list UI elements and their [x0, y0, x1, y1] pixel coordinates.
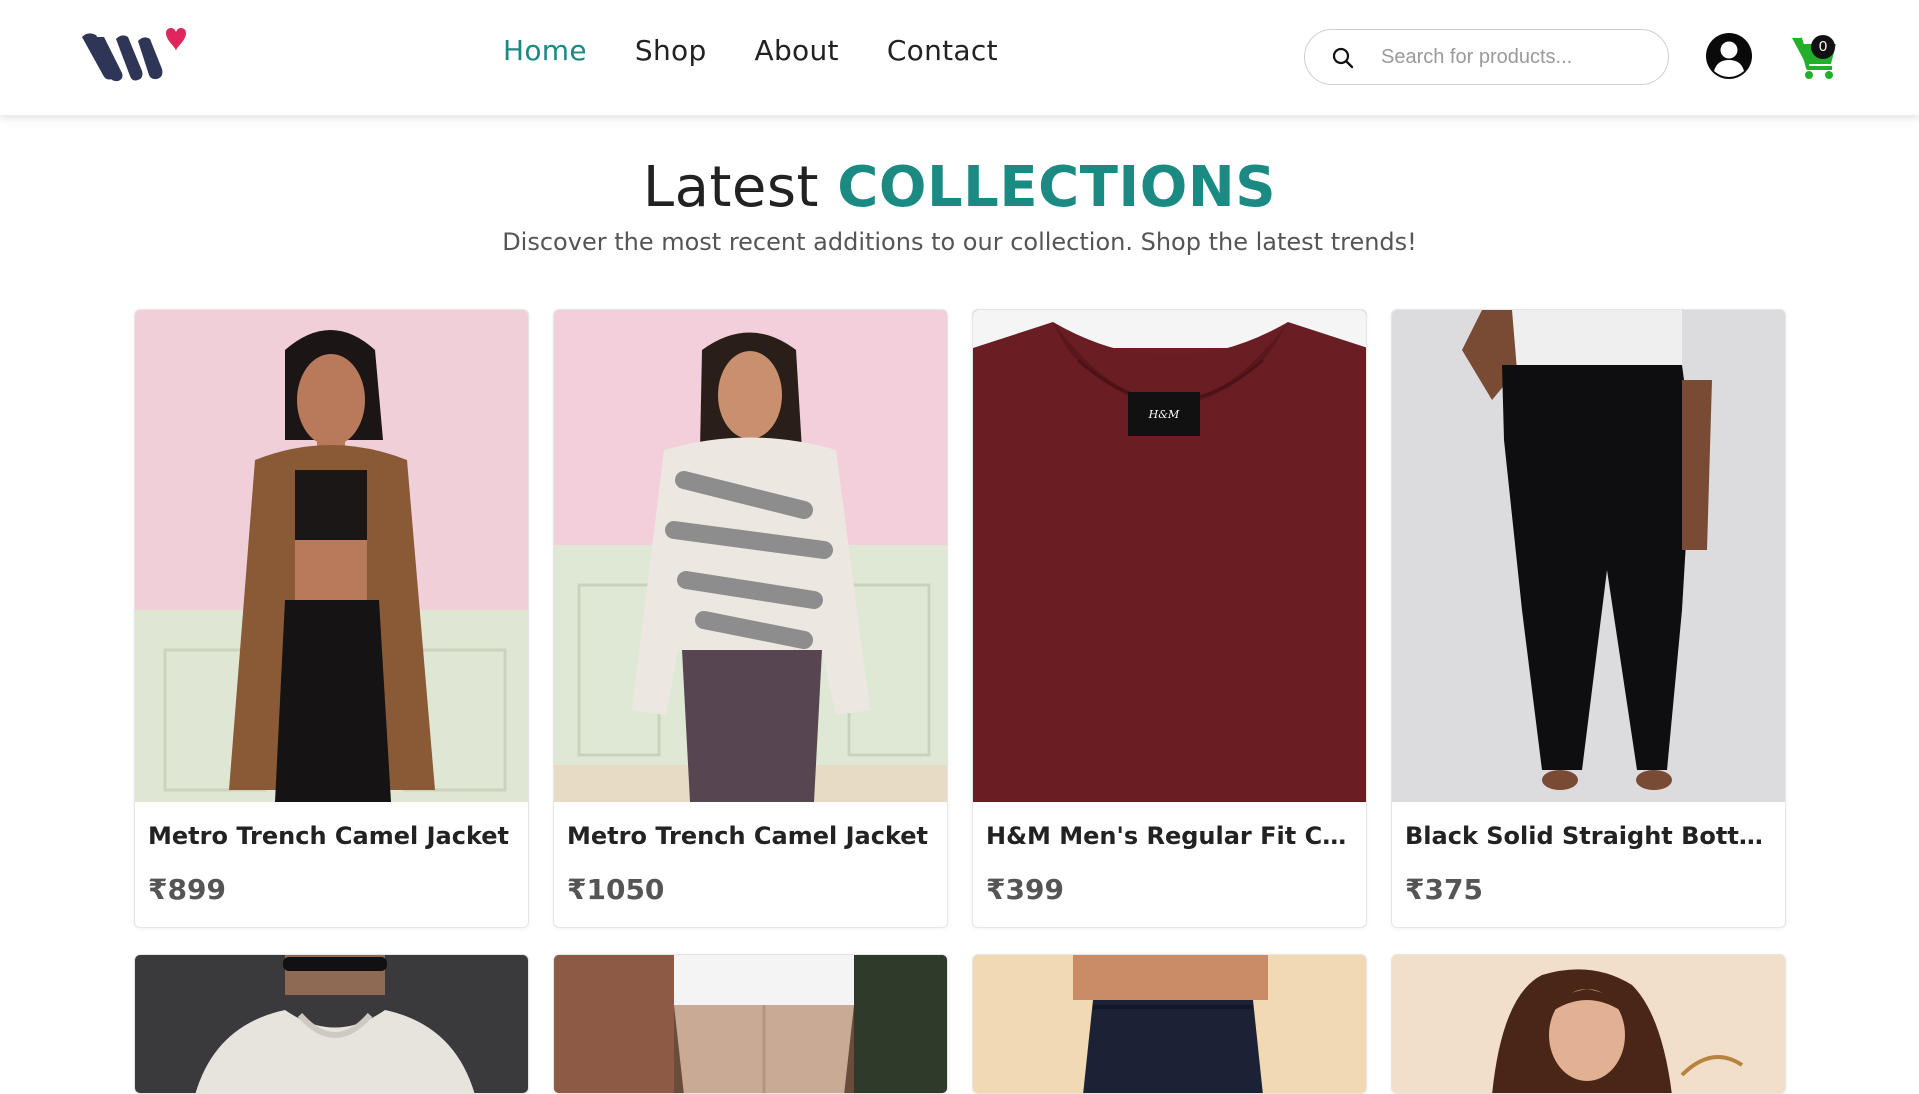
product-price: ₹1050 — [567, 873, 665, 906]
product-price: ₹899 — [148, 873, 226, 906]
nav-shop[interactable]: Shop — [635, 34, 707, 67]
product-name[interactable]: Metro Trench Camel Jacket — [567, 822, 937, 850]
product-card[interactable] — [134, 954, 529, 1094]
site-header: Home Shop About Contact 0 — [0, 0, 1919, 115]
user-circle-icon[interactable] — [1704, 31, 1754, 81]
product-image[interactable] — [1392, 310, 1786, 802]
product-name[interactable]: Metro Trench Camel Jacket — [148, 822, 518, 850]
product-card[interactable] — [972, 954, 1367, 1094]
search-icon[interactable] — [1331, 46, 1355, 70]
product-price: ₹375 — [1405, 873, 1483, 906]
product-name[interactable]: H&M Men's Regular Fit Crew-Neck T-shirt — [986, 822, 1356, 850]
product-image[interactable] — [554, 955, 948, 1094]
cart-count-badge: 0 — [1811, 35, 1835, 59]
product-image[interactable]: H&M — [973, 310, 1367, 802]
brand-logo[interactable] — [78, 27, 190, 85]
product-card[interactable]: Metro Trench Camel Jacket ₹899 — [134, 309, 529, 928]
product-price: ₹399 — [986, 873, 1064, 906]
main-nav: Home Shop About Contact — [503, 34, 998, 67]
search-bar — [1304, 29, 1669, 85]
product-image[interactable] — [135, 310, 529, 802]
nav-contact[interactable]: Contact — [887, 34, 998, 67]
product-card[interactable]: H&M H&M Men's Regular Fit Crew-Neck T-sh… — [972, 309, 1367, 928]
nav-about[interactable]: About — [755, 34, 839, 67]
product-card[interactable]: Black Solid Straight Bottom ₹375 — [1391, 309, 1786, 928]
product-image[interactable] — [1392, 955, 1786, 1094]
product-image[interactable] — [554, 310, 948, 802]
product-card[interactable]: Metro Trench Camel Jacket ₹1050 — [553, 309, 948, 928]
nav-home[interactable]: Home — [503, 34, 587, 67]
product-card[interactable] — [553, 954, 948, 1094]
section-title-accent: COLLECTIONS — [837, 155, 1277, 220]
section-title: Latest COLLECTIONS — [0, 155, 1919, 220]
product-card[interactable] — [1391, 954, 1786, 1094]
search-input[interactable] — [1381, 40, 1651, 74]
svg-text:H&M: H&M — [1148, 408, 1180, 421]
section-title-prefix: Latest — [642, 155, 819, 220]
product-name[interactable]: Black Solid Straight Bottom — [1405, 822, 1775, 850]
product-image[interactable] — [135, 955, 529, 1094]
product-image[interactable] — [973, 955, 1367, 1094]
section-subtitle: Discover the most recent additions to ou… — [502, 228, 1417, 256]
